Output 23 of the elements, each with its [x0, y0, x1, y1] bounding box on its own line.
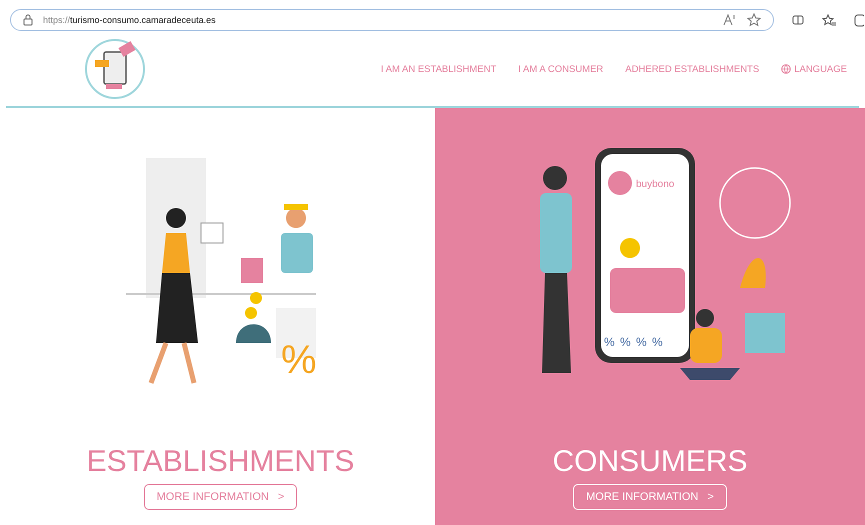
percent-sign: %	[620, 335, 631, 349]
nav-link[interactable]: I AM AN ESTABLISHMENT	[380, 64, 496, 74]
section-title: CONSUMERS	[552, 446, 748, 478]
address-bar[interactable]: https://turismo-consumo.camaradeceuta.es	[10, 9, 774, 31]
percent-sign: %	[636, 335, 647, 349]
more-information-button[interactable]: MORE INFORMATION >	[144, 484, 298, 510]
nav-link[interactable]: I AM A CONSUMER	[518, 64, 604, 74]
nav-link[interactable]: LANGUAGE	[781, 64, 847, 74]
read-aloud-icon[interactable]	[723, 14, 737, 26]
nav-link[interactable]: ADHERED ESTABLISHMENTS	[625, 64, 760, 74]
percent-sign: %	[604, 335, 615, 349]
lock-icon	[23, 14, 33, 26]
percent-sign: %	[652, 335, 663, 349]
favorites-icon[interactable]	[822, 14, 836, 26]
section-title: ESTABLISHMENTS	[86, 446, 354, 478]
brand-text: buybono	[636, 179, 674, 190]
percent-sign: %	[280, 338, 316, 382]
more-information-button[interactable]: MORE INFORMATION >	[573, 484, 727, 510]
globe-icon	[781, 64, 792, 74]
url-text: https://turismo-consumo.camaradeceuta.es	[43, 15, 216, 25]
star-icon[interactable]	[747, 13, 761, 27]
split-screen-icon[interactable]	[792, 14, 804, 26]
logo-icon[interactable]	[84, 38, 146, 100]
